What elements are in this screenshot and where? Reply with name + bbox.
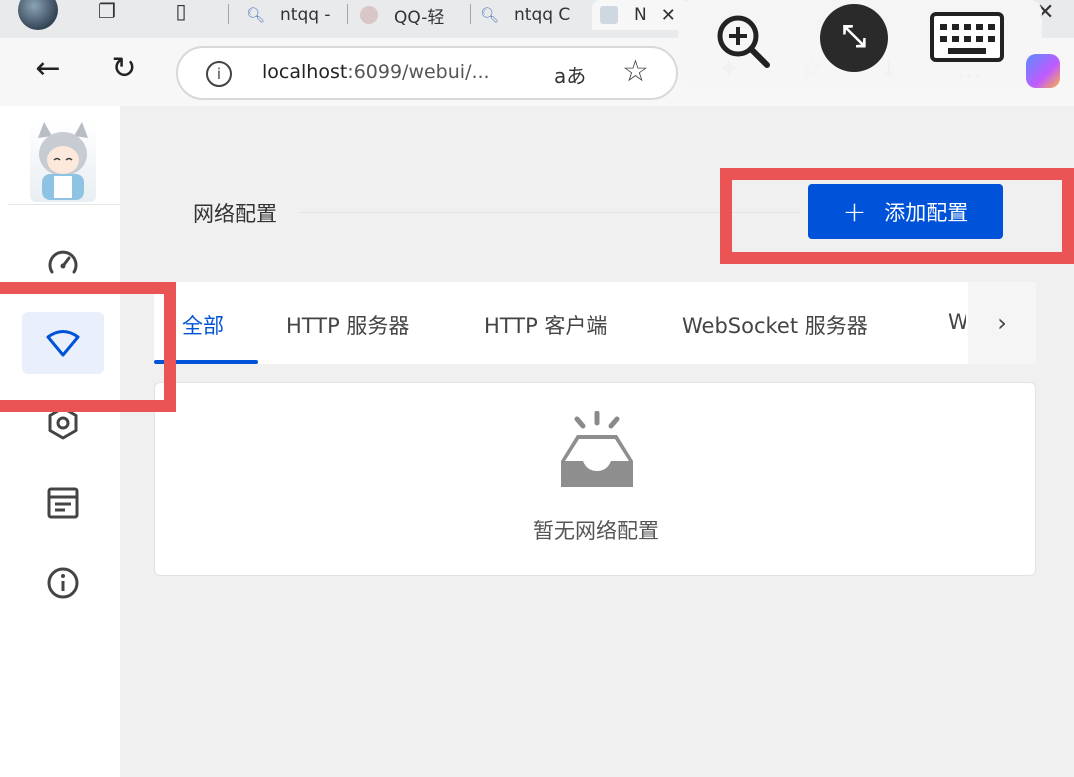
tab-separator: [470, 4, 471, 24]
catgirl-avatar-icon: [38, 122, 88, 200]
read-aloud-icon[interactable]: aあ: [554, 60, 586, 89]
url-path: :6099/webui/...: [347, 61, 490, 83]
info-icon[interactable]: i: [206, 61, 232, 87]
tab-all[interactable]: 全部: [182, 310, 224, 340]
refresh-icon[interactable]: ↻: [106, 52, 142, 88]
tab-label: QQ-轻: [394, 7, 445, 28]
info-icon: [47, 567, 79, 599]
tab-separator: [347, 4, 348, 24]
document-icon: [47, 487, 79, 519]
tab-separator: [228, 4, 229, 24]
copilot-icon[interactable]: [1026, 54, 1060, 88]
config-list-panel: 暂无网络配置: [154, 382, 1036, 576]
tab-label: ntqq -: [280, 5, 331, 25]
profile-avatar[interactable]: [18, 0, 58, 30]
tab-websocket-server[interactable]: WebSocket 服务器: [682, 310, 868, 340]
url-text[interactable]: localhost:6099/webui/...: [262, 61, 490, 83]
tab-http-client[interactable]: HTTP 客户端: [484, 310, 607, 340]
back-arrow-icon[interactable]: ←: [30, 52, 66, 88]
page-title: 网络配置: [193, 202, 277, 226]
search-icon: 🔍︎: [246, 6, 266, 24]
highlight-network-nav: [0, 282, 176, 412]
config-type-tabs: 全部 HTTP 服务器 HTTP 客户端 WebSocket 服务器 W: [154, 282, 1036, 364]
tab-http-server[interactable]: HTTP 服务器: [286, 310, 409, 340]
sidebar-divider: [8, 204, 120, 205]
browser-tab-2[interactable]: QQ-轻: [360, 0, 468, 30]
browser-tab-active[interactable]: N ✕: [592, 0, 690, 30]
browser-tab-3[interactable]: 🔍︎ ntqq C: [480, 0, 584, 30]
tab-truncated[interactable]: W: [948, 310, 966, 334]
keyboard-icon[interactable]: [930, 12, 1004, 62]
remote-desktop-icon[interactable]: ⤡: [820, 4, 888, 72]
search-icon: 🔍︎: [480, 6, 500, 24]
sidebar-toggle-icon[interactable]: ▯: [168, 0, 194, 26]
browser-tab-1[interactable]: 🔍︎ ntqq -: [246, 0, 346, 30]
tab-label: N: [634, 5, 647, 25]
chevron-right-icon: ›: [997, 309, 1007, 337]
address-bar[interactable]: i localhost:6099/webui/... aあ ☆: [176, 46, 678, 100]
empty-state-text: 暂无网络配置: [533, 519, 659, 543]
highlight-add-button: [720, 168, 1074, 264]
app-sidebar: [0, 106, 120, 777]
workspaces-icon[interactable]: ❐: [94, 0, 120, 26]
sidebar-item-about[interactable]: [22, 552, 104, 614]
tabs-scroll-right-button[interactable]: ›: [968, 282, 1036, 364]
bot-avatar: [30, 120, 96, 202]
zoom-in-icon[interactable]: [714, 12, 772, 70]
sidebar-item-logs[interactable]: [22, 472, 104, 534]
qq-avatar-icon: [360, 6, 378, 24]
star-icon[interactable]: ☆: [622, 54, 649, 89]
tab-label: ntqq C: [514, 5, 571, 25]
url-host: localhost: [262, 61, 348, 83]
gauge-icon: [48, 250, 78, 274]
close-tab-icon[interactable]: ✕: [661, 5, 676, 26]
empty-inbox-icon: [561, 411, 633, 487]
tab-favicon-icon: [600, 6, 618, 24]
